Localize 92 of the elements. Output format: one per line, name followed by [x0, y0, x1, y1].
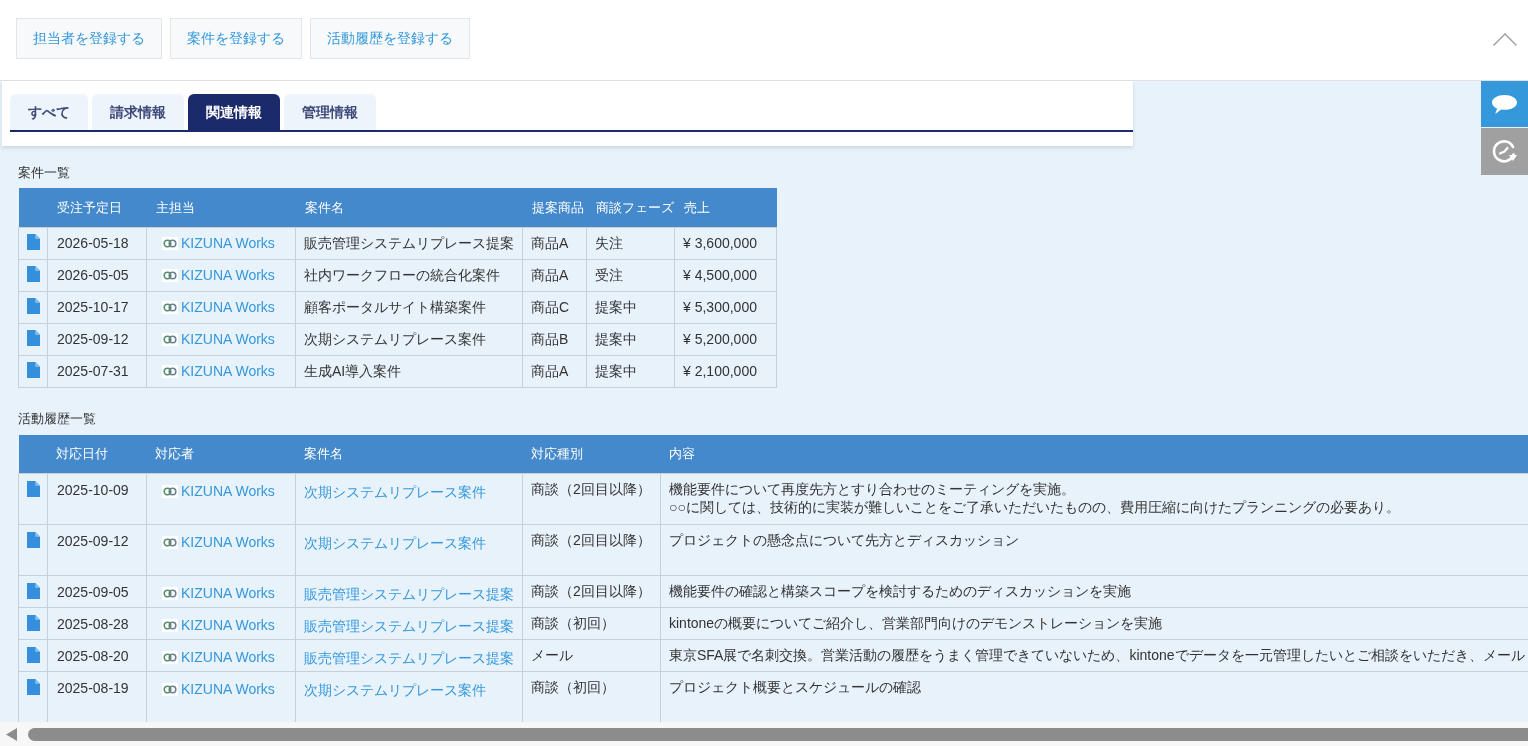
table-cell: 商品B	[522, 323, 587, 355]
column-header: 対応種別	[522, 434, 661, 474]
table-cell: ¥ 5,200,000	[674, 323, 777, 355]
column-header: 内容	[660, 434, 1528, 474]
clock-button[interactable]	[1481, 128, 1528, 175]
document-icon[interactable]	[27, 233, 40, 250]
table-cell: 商談（2回目以降）	[522, 524, 661, 576]
table-cell: 提案中	[586, 355, 675, 387]
table-cell: 顧客ポータルサイト構築案件	[295, 291, 523, 323]
linked-rings-icon	[162, 619, 178, 632]
document-icon[interactable]	[27, 615, 40, 631]
column-header: 案件名	[295, 188, 523, 227]
table-cell: ¥ 5,300,000	[674, 291, 777, 323]
table-cell: 2026-05-18	[47, 227, 147, 259]
table-cell: 販売管理システムリプレース提案	[295, 227, 523, 259]
table-cell: 2026-05-05	[47, 259, 147, 291]
column-header: 提案商品	[522, 188, 587, 227]
register-button[interactable]: 担当者を登録する	[16, 18, 162, 59]
table-cell: 商品C	[522, 291, 587, 323]
table-cell: 商品A	[522, 355, 587, 387]
activity-content: 機能要件について再度先方とすり合わせのミーティングを実施。 ○○に関しては、技術的に実装が難しいことをご了承いただいたものの、費用圧縮に向けたプランニングの必要あり。	[669, 480, 1400, 516]
linked-rings-icon	[162, 485, 178, 498]
activity-content: プロジェクト概要とスケジュールの確認	[669, 678, 921, 696]
speech-bubble-icon	[1492, 94, 1517, 114]
table-cell: 2025-09-12	[47, 524, 147, 576]
chat-button[interactable]	[1481, 81, 1528, 127]
section-title: 案件一覧	[18, 165, 70, 181]
scroll-left-arrow-icon[interactable]	[6, 727, 17, 741]
column-header: 商談フェーズ	[586, 188, 675, 227]
activity-content: 東京SFA展で名刺交換。営業活動の履歴をうまく管理できていないため、kintoneでデータを一元管理したいとご相談をいただき、メール	[669, 646, 1525, 664]
linked-rings-icon	[162, 332, 178, 346]
linked-rings-icon	[162, 300, 178, 314]
tab[interactable]: 関連情報	[188, 94, 280, 130]
tab[interactable]: 請求情報	[92, 94, 184, 130]
table-cell: 商品A	[522, 227, 587, 259]
table-cell: ¥ 2,100,000	[674, 355, 777, 387]
table-cell: ¥ 4,500,000	[674, 259, 777, 291]
table-cell: 商談（2回目以降）	[522, 575, 661, 608]
document-icon[interactable]	[27, 532, 40, 548]
linked-rings-icon	[162, 683, 178, 696]
table-cell: 社内ワークフローの統合化案件	[295, 259, 523, 291]
column-header: 案件名	[295, 434, 523, 474]
activity-content: プロジェクトの懸念点について先方とディスカッション	[669, 531, 1019, 549]
table-cell: 2025-09-05	[47, 575, 147, 608]
scrollbar-thumb[interactable]	[28, 727, 1528, 741]
table-cell: 2025-09-12	[47, 323, 147, 355]
table-cell: 提案中	[586, 291, 675, 323]
linked-rings-icon	[162, 651, 178, 664]
table-cell: メール	[522, 639, 661, 672]
section-title: 活動履歴一覧	[18, 410, 96, 427]
document-icon[interactable]	[27, 583, 40, 599]
activity-content: kintoneの概要についてご紹介し、営業部門向けのデモンストレーションを実施	[669, 614, 1163, 632]
table-cell: 生成AI導入案件	[295, 355, 523, 387]
linked-rings-icon	[162, 587, 178, 600]
linked-rings-icon	[162, 236, 178, 250]
table-cell: 商談（2回目以降）	[522, 473, 661, 525]
column-header: 対応日付	[47, 434, 147, 474]
table-cell: 2025-07-31	[47, 355, 147, 387]
table-cell: 2025-10-17	[47, 291, 147, 323]
table-cell: 受注	[586, 259, 675, 291]
activity-content: 機能要件の確認と構築スコープを検討するためのディスカッションを実施	[669, 582, 1131, 600]
table-cell: 提案中	[586, 323, 675, 355]
column-header: 主担当	[146, 188, 296, 227]
column-header: 対応者	[146, 434, 296, 474]
table-cell: 2025-08-20	[47, 639, 147, 672]
register-button[interactable]: 活動履歴を登録する	[310, 18, 470, 59]
clock-arrow-icon	[1492, 139, 1517, 164]
document-icon[interactable]	[27, 329, 40, 346]
header-corner-cell	[18, 434, 48, 474]
column-header: 受注予定日	[47, 188, 147, 227]
document-icon[interactable]	[27, 361, 40, 378]
table-cell: 商品A	[522, 259, 587, 291]
table-cell: ¥ 3,600,000	[674, 227, 777, 259]
document-icon[interactable]	[27, 265, 40, 282]
table-cell: 2025-10-09	[47, 473, 147, 525]
document-icon[interactable]	[27, 647, 40, 663]
linked-rings-icon	[162, 268, 178, 282]
linked-rings-icon	[162, 364, 178, 378]
table-cell: 2025-08-28	[47, 607, 147, 640]
chevron-up-icon[interactable]	[1493, 33, 1517, 46]
table-cell: 失注	[586, 227, 675, 259]
register-button[interactable]: 案件を登録する	[170, 18, 302, 59]
column-header: 売上	[674, 188, 777, 227]
header-corner-cell	[18, 188, 48, 227]
table-cell: 商談（初回）	[522, 607, 661, 640]
document-icon[interactable]	[27, 297, 40, 314]
document-icon[interactable]	[27, 481, 40, 497]
linked-rings-icon	[162, 536, 178, 549]
document-icon[interactable]	[27, 679, 40, 695]
table-cell: 次期システムリプレース案件	[295, 323, 523, 355]
tab[interactable]: すべて	[10, 94, 88, 130]
tab[interactable]: 管理情報	[284, 94, 376, 130]
